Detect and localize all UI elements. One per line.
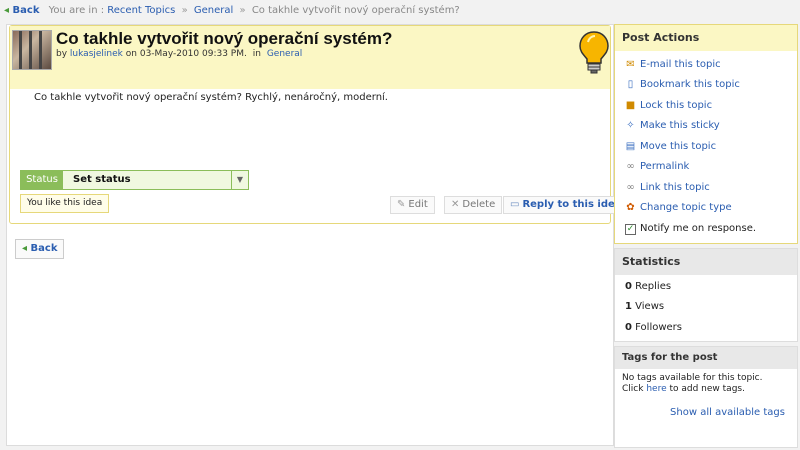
no-tags-text: No tags available for this topic. bbox=[622, 373, 763, 383]
link-icon: ∞ bbox=[626, 161, 635, 172]
post-card: Co takhle vytvořit nový operační systém?… bbox=[9, 25, 629, 224]
like-indicator: You like this idea bbox=[20, 194, 110, 213]
statistics-title: Statistics bbox=[615, 249, 797, 275]
back-button[interactable]: ◂ Back bbox=[15, 239, 65, 259]
move-topic-link[interactable]: ▤ Move this topic bbox=[625, 140, 716, 154]
back-arrow-icon: ◂ bbox=[4, 5, 10, 16]
email-topic-link[interactable]: ✉ E-mail this topic bbox=[625, 58, 720, 72]
make-sticky-link[interactable]: ✧ Make this sticky bbox=[625, 119, 719, 133]
breadcrumb-prefix: You are in : bbox=[48, 5, 105, 16]
tags-title: Tags for the post bbox=[615, 347, 797, 369]
lock-topic-link[interactable]: ■ Lock this topic bbox=[625, 99, 712, 113]
category-link[interactable]: General bbox=[267, 49, 302, 59]
speech-bubble-icon: ▭ bbox=[510, 199, 520, 210]
post-body: Co takhle vytvořit nový operační systém?… bbox=[34, 92, 388, 103]
breadcrumb-separator: » bbox=[181, 5, 188, 16]
bookmark-icon: ▯ bbox=[627, 79, 634, 90]
email-icon: ✉ bbox=[626, 59, 635, 70]
breadcrumb: ◂ Back You are in : Recent Topics » Gene… bbox=[0, 0, 800, 22]
status-value: Set status bbox=[73, 174, 131, 185]
post-date: on 03-May-2010 09:33 PM. bbox=[125, 49, 247, 59]
breadcrumb-recent-topics[interactable]: Recent Topics bbox=[107, 5, 175, 16]
post-byline: by lukasjelinek on 03-May-2010 09:33 PM.… bbox=[56, 49, 303, 59]
delete-button[interactable]: ✕ Delete bbox=[444, 196, 503, 214]
status-select[interactable]: Status Set status ▼ bbox=[20, 170, 249, 190]
add-tags-link[interactable]: here bbox=[646, 384, 666, 394]
reply-button[interactable]: ▭ Reply to this idea bbox=[503, 196, 629, 214]
tags-panel: Tags for the post No tags available for … bbox=[614, 346, 798, 448]
post-title: Co takhle vytvořit nový operační systém? bbox=[56, 29, 393, 48]
add-tags-text: Click here to add new tags. bbox=[622, 384, 745, 394]
link-topic-link[interactable]: ∞ Link this topic bbox=[625, 181, 709, 195]
chain-icon: ∞ bbox=[626, 182, 635, 193]
followers-stat: 0 Followers bbox=[625, 322, 682, 333]
checkbox-icon[interactable]: ✓ bbox=[625, 224, 636, 235]
breadcrumb-current: Co takhle vytvořit nový operační systém? bbox=[251, 5, 460, 16]
avatar[interactable] bbox=[12, 30, 52, 70]
pencil-icon: ✎ bbox=[397, 199, 406, 210]
back-arrow-icon: ◂ bbox=[22, 243, 28, 254]
bookmark-topic-link[interactable]: ▯ Bookmark this topic bbox=[625, 78, 740, 92]
change-topic-type-link[interactable]: ✿ Change topic type bbox=[625, 201, 731, 215]
pin-icon: ✧ bbox=[626, 120, 635, 131]
main-content: Co takhle vytvořit nový operační systém?… bbox=[6, 24, 629, 446]
notify-checkbox[interactable]: ✓ Notify me on response. bbox=[625, 222, 756, 236]
post-actions-panel: Post Actions ✉ E-mail this topic ▯ Bookmar… bbox=[614, 24, 798, 244]
replies-stat: 0 Replies bbox=[625, 281, 672, 292]
views-stat: 1 Views bbox=[625, 301, 665, 312]
breadcrumb-separator: » bbox=[239, 5, 246, 16]
post-header: Co takhle vytvořit nový operační systém?… bbox=[10, 26, 610, 89]
lightbulb-icon bbox=[579, 31, 609, 74]
show-all-tags-link[interactable]: Show all available tags bbox=[670, 407, 785, 418]
post-actions-title: Post Actions bbox=[615, 25, 797, 51]
chevron-down-icon[interactable]: ▼ bbox=[231, 171, 248, 189]
statistics-panel: Statistics 0 Replies 1 Views 0 Followers bbox=[614, 248, 798, 342]
move-icon: ▤ bbox=[625, 141, 636, 152]
delete-icon: ✕ bbox=[451, 199, 460, 210]
lock-icon: ■ bbox=[625, 100, 636, 111]
breadcrumb-general[interactable]: General bbox=[194, 5, 233, 16]
author-link[interactable]: lukasjelinek bbox=[70, 49, 123, 59]
topic-type-icon: ✿ bbox=[626, 202, 635, 213]
breadcrumb-back-link[interactable]: ◂ Back bbox=[4, 5, 39, 16]
permalink-link[interactable]: ∞ Permalink bbox=[625, 160, 689, 174]
status-label: Status bbox=[21, 171, 63, 189]
edit-button[interactable]: ✎ Edit bbox=[390, 196, 435, 214]
